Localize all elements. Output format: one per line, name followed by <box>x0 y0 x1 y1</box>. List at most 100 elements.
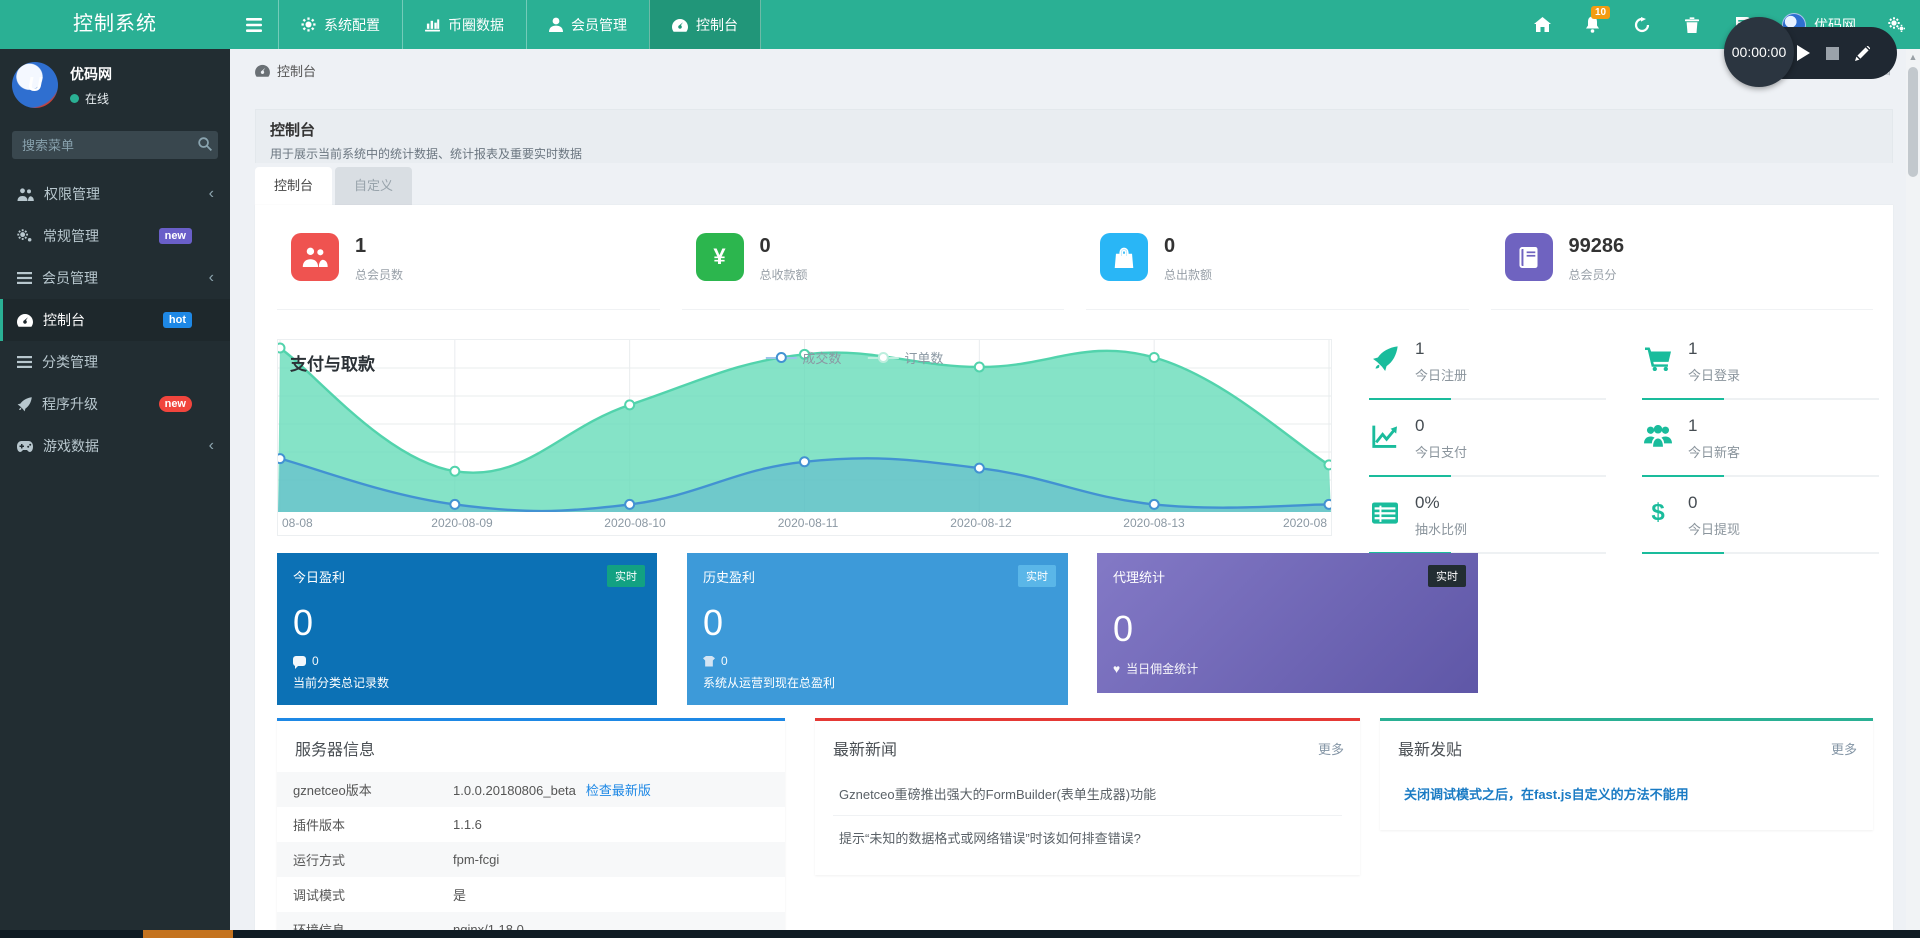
stat-value: 0 <box>760 235 808 258</box>
recorder-timer[interactable]: 00:00:00 <box>1724 17 1794 87</box>
mini-stat-label: 今日登录 <box>1688 365 1740 384</box>
panel-title: 今日盈利 <box>293 567 641 586</box>
news-item[interactable]: Gznetceo重磅推出强大的FormBuilder(表单生成器)功能 <box>833 772 1342 816</box>
top-navbar: 控制系统 系统配置 币圈数据 会员管理 <box>0 0 1920 49</box>
sidebar-item-label: 常规管理 <box>43 226 99 246</box>
stat-today-new-customers[interactable]: 1 今日新客 <box>1642 414 1879 477</box>
check-latest-link[interactable]: 检查最新版 <box>586 783 651 798</box>
yen-icon: ¥ <box>696 233 744 281</box>
stop-icon[interactable] <box>1826 47 1839 60</box>
news-more-link[interactable]: 更多 <box>1318 739 1344 758</box>
post-item[interactable]: 关闭调试模式之后，在fast.js自定义的方法不能用 <box>1398 772 1855 819</box>
panel-caption: 当前分类总记录数 <box>293 674 641 691</box>
stat-card-total-members[interactable]: 1 总会员数 <box>277 225 660 310</box>
dashboard-icon <box>672 18 688 32</box>
refresh-icon[interactable] <box>1632 15 1652 35</box>
page-description: 用于展示当前系统中的统计数据、统计报表及重要实时数据 <box>270 145 1878 162</box>
sidebar-item-label: 程序升级 <box>42 394 98 414</box>
stat-cards-row: 1 总会员数 ¥ 0 总收款额 0 总出款额 <box>277 225 1873 310</box>
breadcrumb[interactable]: 控制台 <box>255 61 316 80</box>
row-label: gznetceo版本 <box>277 772 437 807</box>
stat-today-payments[interactable]: 0 今日支付 <box>1369 414 1606 477</box>
mini-stat-label: 今日提现 <box>1688 519 1740 538</box>
posts-more-link[interactable]: 更多 <box>1831 739 1857 758</box>
nav-item-system-config[interactable]: 系统配置 <box>278 0 402 49</box>
notifications-bell-icon[interactable]: 10 <box>1582 15 1602 35</box>
sidebar-item-game-data[interactable]: 游戏数据 ‹ <box>0 425 230 467</box>
nav-item-member-management[interactable]: 会员管理 <box>526 0 649 49</box>
sidebar-item-members[interactable]: 会员管理 ‹ <box>0 257 230 299</box>
stat-rake-ratio[interactable]: 0% 抽水比例 <box>1369 491 1606 554</box>
legend-label: 订单数 <box>904 348 943 367</box>
new-badge: new <box>159 396 192 412</box>
stat-card-total-points[interactable]: 99286 总会员分 <box>1491 225 1874 310</box>
stat-card-total-paid-out[interactable]: 0 总出款额 <box>1086 225 1469 310</box>
stat-value: 0 <box>1164 235 1212 258</box>
x-tick: 08-08 <box>282 516 313 530</box>
bar-chart-icon <box>425 18 440 32</box>
home-icon[interactable] <box>1532 15 1552 35</box>
shirt-icon <box>703 656 715 667</box>
profile-avatar[interactable]: U <box>12 62 58 108</box>
page-title: 控制台 <box>270 119 1878 140</box>
stat-value: 1 <box>355 235 403 258</box>
chevron-left-icon: ‹ <box>209 437 214 455</box>
trash-icon[interactable] <box>1682 15 1702 35</box>
panel-value: 0 <box>1113 608 1462 650</box>
row-label: 运行方式 <box>277 842 437 877</box>
users-icon <box>17 188 34 201</box>
pencil-icon[interactable] <box>1855 46 1870 61</box>
sidebar-item-label: 分类管理 <box>42 352 98 372</box>
tab-custom[interactable]: 自定义 <box>335 167 412 205</box>
play-icon[interactable] <box>1796 45 1810 61</box>
sidebar: U 优码网 在线 权限管理 ‹ 常规管理 new <box>0 49 230 938</box>
search-icon[interactable] <box>198 137 212 151</box>
stat-card-total-received[interactable]: ¥ 0 总收款额 <box>682 225 1065 310</box>
news-item[interactable]: 提示“未知的数据格式或网络错误”时该如何排查错误? <box>833 816 1342 859</box>
sidebar-search-input[interactable] <box>12 131 218 159</box>
table-row: gznetceo版本 1.0.0.20180806_beta检查最新版 <box>277 772 785 807</box>
latest-posts-title: 最新发贴 <box>1380 721 1873 772</box>
mini-stat-value: 1 <box>1688 339 1740 359</box>
sidebar-item-label: 游戏数据 <box>43 436 99 456</box>
hot-badge: hot <box>163 312 192 328</box>
mini-stat-value: 0% <box>1415 493 1467 513</box>
realtime-badge: 实时 <box>1018 565 1056 587</box>
sidebar-item-categories[interactable]: 分类管理 <box>0 341 230 383</box>
stat-label: 总会员分 <box>1569 266 1625 283</box>
nav-item-dashboard[interactable]: 控制台 <box>649 0 761 49</box>
sidebar-item-permissions[interactable]: 权限管理 ‹ <box>0 173 230 215</box>
mini-stat-value: 0 <box>1415 416 1467 436</box>
stat-today-registered[interactable]: 1 今日注册 <box>1369 337 1606 400</box>
page-header: 控制台 用于展示当前系统中的统计数据、统计报表及重要实时数据 <box>255 109 1893 163</box>
avatar-letter: U <box>28 74 42 97</box>
tab-dashboard[interactable]: 控制台 <box>255 167 332 205</box>
row-value: 1.1.6 <box>437 807 785 842</box>
sidebar-item-general[interactable]: 常规管理 new <box>0 215 230 257</box>
taskbar-highlight <box>143 930 233 938</box>
scroll-up-arrow[interactable]: ▲ <box>1906 49 1920 65</box>
panel-today-profit[interactable]: 今日盈利 实时 0 0 当前分类总记录数 <box>277 553 657 705</box>
dollar-icon: $ <box>1642 497 1674 529</box>
stat-label: 总收款额 <box>760 266 808 283</box>
stat-today-logins[interactable]: 1 今日登录 <box>1642 337 1879 400</box>
sidebar-item-dashboard[interactable]: 控制台 hot <box>0 299 230 341</box>
sidebar-toggle-button[interactable] <box>230 0 278 49</box>
page-scrollbar[interactable]: ▲ <box>1906 49 1920 930</box>
server-info-title: 服务器信息 <box>277 721 785 772</box>
panel-agent-stats[interactable]: 代理统计 实时 0 ♥当日佣金统计 <box>1097 553 1478 693</box>
book-icon <box>1505 233 1553 281</box>
sidebar-item-upgrade[interactable]: 程序升级 new <box>0 383 230 425</box>
row-label: 调试模式 <box>277 877 437 912</box>
legend-item-deals[interactable]: 成交数 <box>765 348 841 367</box>
legend-item-orders[interactable]: 订单数 <box>867 348 943 367</box>
settings-gears-icon[interactable] <box>1886 15 1906 35</box>
stat-today-withdrawals[interactable]: $ 0 今日提现 <box>1642 491 1879 554</box>
table-row: 运行方式 fpm-fcgi <box>277 842 785 877</box>
scrollbar-thumb[interactable] <box>1908 67 1918 177</box>
panel-history-profit[interactable]: 历史盈利 实时 0 0 系统从运营到现在总盈利 <box>687 553 1068 705</box>
server-info-table: gznetceo版本 1.0.0.20180806_beta检查最新版 插件版本… <box>277 772 785 938</box>
nav-item-label: 控制台 <box>696 15 738 35</box>
user-icon <box>549 17 563 32</box>
nav-item-coin-data[interactable]: 币圈数据 <box>402 0 526 49</box>
